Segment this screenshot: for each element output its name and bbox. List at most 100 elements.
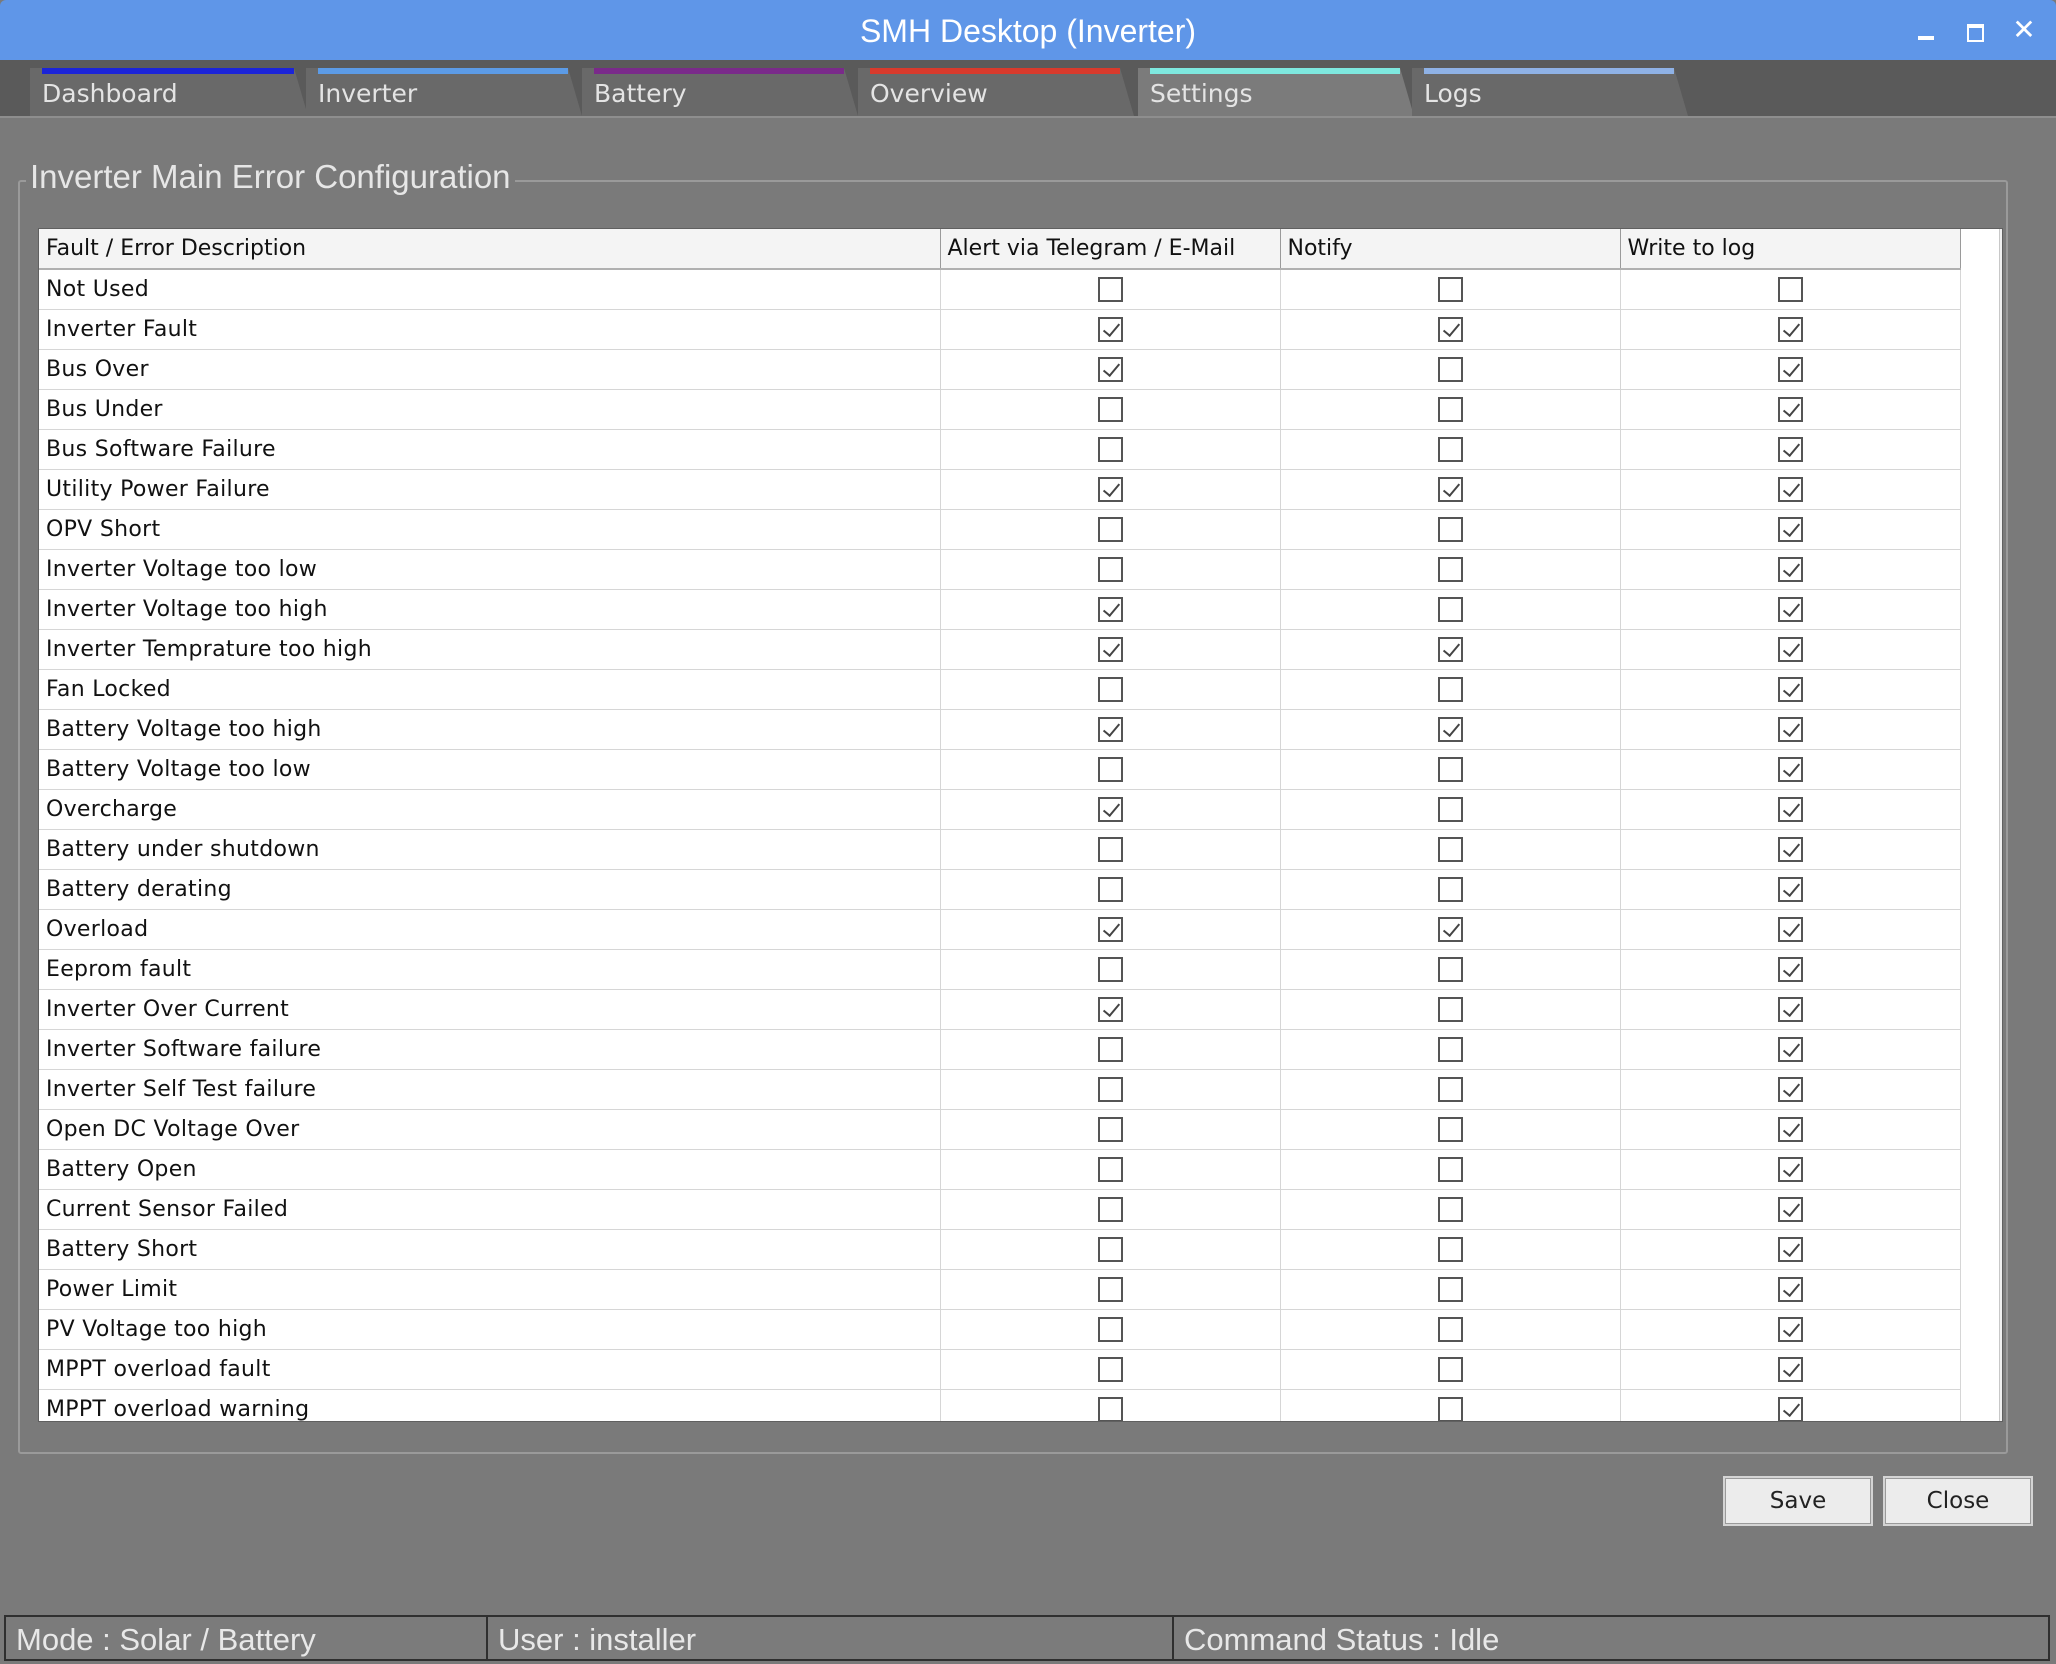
table-row[interactable]: Inverter Voltage too low — [39, 549, 1961, 590]
alert-checkbox[interactable] — [1097, 1356, 1123, 1382]
write-log-checkbox[interactable] — [1777, 1196, 1803, 1222]
write-log-checkbox[interactable] — [1777, 596, 1803, 622]
write-log-checkbox[interactable] — [1777, 1036, 1803, 1062]
write-log-checkbox[interactable] — [1777, 916, 1803, 942]
notify-checkbox[interactable] — [1437, 1076, 1463, 1102]
notify-checkbox[interactable] — [1437, 796, 1463, 822]
close-button[interactable]: Close — [1883, 1476, 2033, 1526]
write-log-checkbox[interactable] — [1777, 476, 1803, 502]
write-log-checkbox[interactable] — [1777, 277, 1803, 302]
notify-checkbox[interactable] — [1437, 956, 1463, 982]
alert-checkbox[interactable] — [1097, 956, 1123, 982]
alert-checkbox[interactable] — [1097, 396, 1123, 422]
alert-checkbox[interactable] — [1097, 596, 1123, 622]
notify-checkbox[interactable] — [1437, 836, 1463, 862]
tab-settings[interactable]: Settings — [1138, 68, 1414, 116]
alert-checkbox[interactable] — [1097, 316, 1123, 342]
table-row[interactable]: MPPT overload warning — [39, 1389, 1961, 1421]
write-log-checkbox[interactable] — [1777, 1356, 1803, 1382]
header-description[interactable]: Fault / Error Description — [39, 229, 941, 270]
alert-checkbox[interactable] — [1097, 636, 1123, 662]
alert-checkbox[interactable] — [1097, 716, 1123, 742]
write-log-checkbox[interactable] — [1777, 556, 1803, 582]
notify-checkbox[interactable] — [1437, 1276, 1463, 1302]
alert-checkbox[interactable] — [1097, 996, 1123, 1022]
write-log-checkbox[interactable] — [1777, 356, 1803, 382]
table-row[interactable]: Bus Software Failure — [39, 429, 1961, 470]
table-row[interactable]: Battery under shutdown — [39, 829, 1961, 870]
write-log-checkbox[interactable] — [1777, 836, 1803, 862]
table-row[interactable]: Battery Voltage too high — [39, 709, 1961, 750]
minimize-icon[interactable] — [1910, 14, 1942, 46]
table-row[interactable]: Inverter Temprature too high — [39, 629, 1961, 670]
write-log-checkbox[interactable] — [1777, 756, 1803, 782]
alert-checkbox[interactable] — [1097, 796, 1123, 822]
notify-checkbox[interactable] — [1437, 1396, 1463, 1421]
write-log-checkbox[interactable] — [1777, 636, 1803, 662]
table-row[interactable]: OPV Short — [39, 509, 1961, 550]
notify-checkbox[interactable] — [1437, 1116, 1463, 1142]
write-log-checkbox[interactable] — [1777, 1076, 1803, 1102]
notify-checkbox[interactable] — [1437, 1196, 1463, 1222]
tab-dashboard[interactable]: Dashboard — [30, 68, 308, 116]
alert-checkbox[interactable] — [1097, 277, 1123, 302]
write-log-checkbox[interactable] — [1777, 1156, 1803, 1182]
table-row[interactable]: Battery Voltage too low — [39, 749, 1961, 790]
write-log-checkbox[interactable] — [1777, 1116, 1803, 1142]
write-log-checkbox[interactable] — [1777, 316, 1803, 342]
table-row[interactable]: Current Sensor Failed — [39, 1189, 1961, 1230]
write-log-checkbox[interactable] — [1777, 716, 1803, 742]
notify-checkbox[interactable] — [1437, 1236, 1463, 1262]
table-row[interactable]: Inverter Fault — [39, 309, 1961, 350]
write-log-checkbox[interactable] — [1777, 516, 1803, 542]
close-icon[interactable]: ✕ — [2008, 14, 2040, 46]
write-log-checkbox[interactable] — [1777, 876, 1803, 902]
alert-checkbox[interactable] — [1097, 516, 1123, 542]
alert-checkbox[interactable] — [1097, 436, 1123, 462]
write-log-checkbox[interactable] — [1777, 1316, 1803, 1342]
write-log-checkbox[interactable] — [1777, 1276, 1803, 1302]
maximize-icon[interactable] — [1958, 14, 1990, 46]
notify-checkbox[interactable] — [1437, 1156, 1463, 1182]
save-button[interactable]: Save — [1723, 1476, 1873, 1526]
write-log-checkbox[interactable] — [1777, 796, 1803, 822]
table-row[interactable]: Fan Locked — [39, 669, 1961, 710]
write-log-checkbox[interactable] — [1777, 436, 1803, 462]
notify-checkbox[interactable] — [1437, 476, 1463, 502]
notify-checkbox[interactable] — [1437, 516, 1463, 542]
write-log-checkbox[interactable] — [1777, 1236, 1803, 1262]
table-row[interactable]: Battery derating — [39, 869, 1961, 910]
alert-checkbox[interactable] — [1097, 836, 1123, 862]
table-row[interactable]: Inverter Over Current — [39, 989, 1961, 1030]
table-row[interactable]: Open DC Voltage Over — [39, 1109, 1961, 1150]
alert-checkbox[interactable] — [1097, 756, 1123, 782]
alert-checkbox[interactable] — [1097, 556, 1123, 582]
notify-checkbox[interactable] — [1437, 996, 1463, 1022]
vertical-scrollbar[interactable] — [1999, 229, 2002, 1421]
table-row[interactable]: Bus Under — [39, 389, 1961, 430]
write-log-checkbox[interactable] — [1777, 996, 1803, 1022]
table-row[interactable]: MPPT overload fault — [39, 1349, 1961, 1390]
alert-checkbox[interactable] — [1097, 476, 1123, 502]
alert-checkbox[interactable] — [1097, 1396, 1123, 1421]
write-log-checkbox[interactable] — [1777, 676, 1803, 702]
alert-checkbox[interactable] — [1097, 876, 1123, 902]
notify-checkbox[interactable] — [1437, 277, 1463, 302]
notify-checkbox[interactable] — [1437, 716, 1463, 742]
notify-checkbox[interactable] — [1437, 436, 1463, 462]
table-row[interactable]: Overcharge — [39, 789, 1961, 830]
table-row[interactable]: Bus Over — [39, 349, 1961, 390]
alert-checkbox[interactable] — [1097, 916, 1123, 942]
header-notify[interactable]: Notify — [1280, 229, 1621, 270]
notify-checkbox[interactable] — [1437, 596, 1463, 622]
table-row[interactable]: Inverter Voltage too high — [39, 589, 1961, 630]
table-row[interactable]: Power Limit — [39, 1269, 1961, 1310]
tab-inverter[interactable]: Inverter — [306, 68, 582, 116]
table-row[interactable]: Battery Open — [39, 1149, 1961, 1190]
notify-checkbox[interactable] — [1437, 676, 1463, 702]
table-row[interactable]: Utility Power Failure — [39, 469, 1961, 510]
table-row[interactable]: Inverter Self Test failure — [39, 1069, 1961, 1110]
tab-battery[interactable]: Battery — [582, 68, 858, 116]
alert-checkbox[interactable] — [1097, 1196, 1123, 1222]
alert-checkbox[interactable] — [1097, 1316, 1123, 1342]
